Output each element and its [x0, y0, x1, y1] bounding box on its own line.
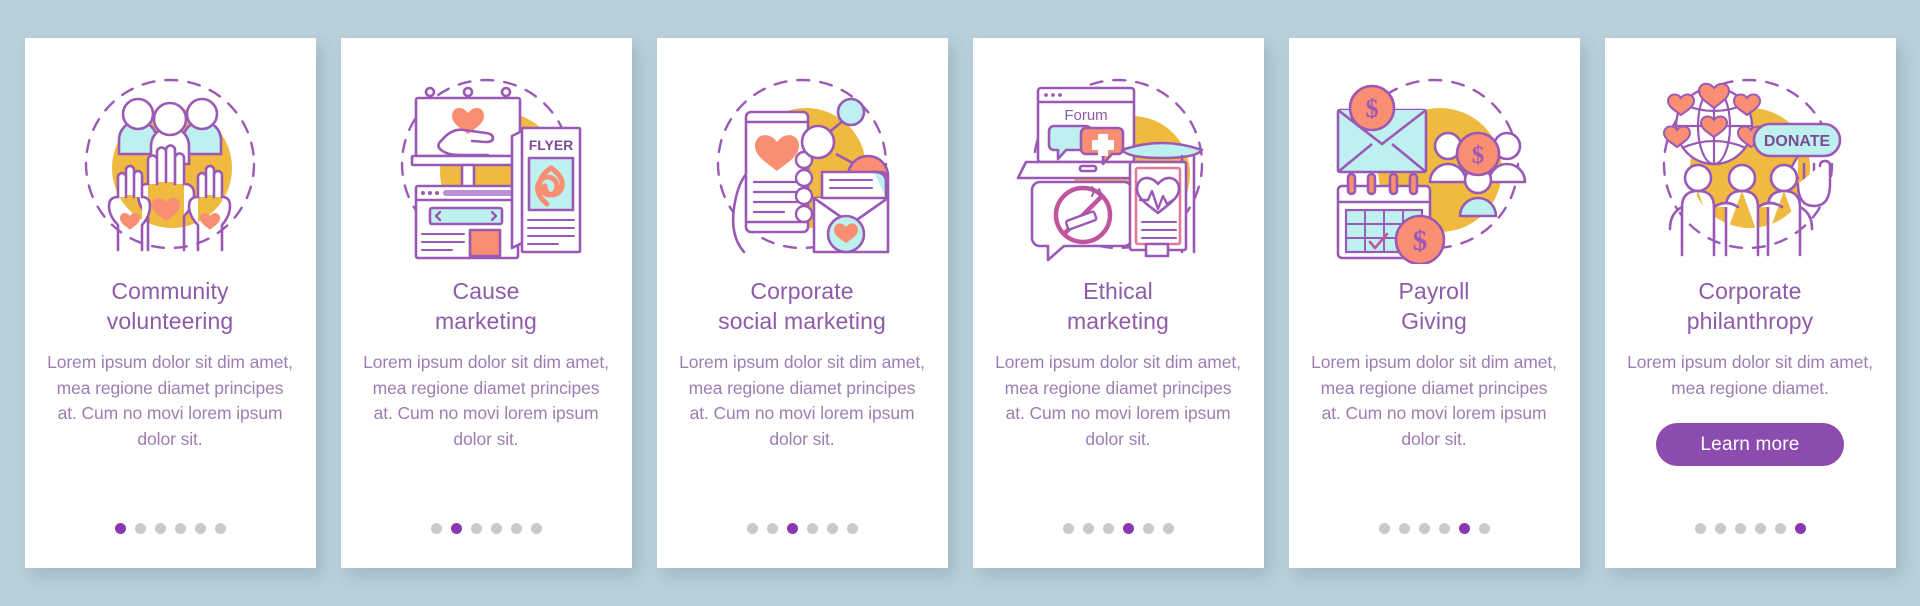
- card-title: Corporate social marketing: [718, 278, 886, 334]
- payroll-giving-illustration: $ $ $: [1320, 64, 1548, 264]
- pagination-dot[interactable]: [1774, 523, 1786, 534]
- pagination-dots[interactable]: [1605, 523, 1896, 534]
- card-body: Lorem ipsum dolor sit dim amet, mea regi…: [679, 352, 925, 449]
- forum-label: Forum: [1064, 107, 1107, 124]
- pagination-dot[interactable]: [194, 523, 206, 534]
- card-title: Cause marketing: [435, 278, 537, 334]
- card-body: Lorem ipsum dolor sit dim amet, mea regi…: [995, 352, 1241, 449]
- card-body: Lorem ipsum dolor sit dim amet, mea regi…: [1311, 352, 1557, 449]
- pagination-dot[interactable]: [746, 523, 758, 534]
- community-volunteering-illustration: [56, 64, 284, 264]
- pagination-dot[interactable]: [1142, 523, 1154, 534]
- pagination-dot[interactable]: [450, 523, 462, 534]
- pagination-dot[interactable]: [470, 523, 482, 534]
- pagination-dot[interactable]: [1754, 523, 1766, 534]
- pagination-dot[interactable]: [1062, 523, 1074, 534]
- pagination-dot[interactable]: [174, 523, 186, 534]
- pagination-dot[interactable]: [1082, 523, 1094, 534]
- pagination-dot[interactable]: [806, 523, 818, 534]
- card-title: Payroll Giving: [1398, 278, 1470, 334]
- card-title: Corporate philanthropy: [1686, 278, 1814, 334]
- svg-text:$: $: [1366, 94, 1379, 123]
- pagination-dots[interactable]: [25, 523, 316, 534]
- pagination-dots[interactable]: [341, 523, 632, 534]
- pagination-dot[interactable]: [1102, 523, 1114, 534]
- pagination-dot[interactable]: [1794, 523, 1806, 534]
- corporate-philanthropy-illustration: DONATE: [1636, 64, 1864, 264]
- pagination-dot[interactable]: [1714, 523, 1726, 534]
- onboarding-card-cause-marketing[interactable]: FLYER Cause marketing Lorem ipsum dolor …: [340, 38, 632, 568]
- pagination-dot[interactable]: [766, 523, 778, 534]
- svg-text:$: $: [1472, 142, 1485, 169]
- pagination-dot[interactable]: [1378, 523, 1390, 534]
- pagination-dot[interactable]: [114, 523, 126, 534]
- pagination-dot[interactable]: [530, 523, 542, 534]
- onboarding-card-payroll-giving[interactable]: $ $ $ Payroll Giving Lorem ipsum dolor s…: [1288, 38, 1580, 568]
- pagination-dots[interactable]: [973, 523, 1264, 534]
- pagination-dot[interactable]: [826, 523, 838, 534]
- pagination-dot[interactable]: [1438, 523, 1450, 534]
- onboarding-card-community-volunteering[interactable]: Community volunteering Lorem ipsum dolor…: [24, 38, 316, 568]
- pagination-dot[interactable]: [214, 523, 226, 534]
- pagination-dots[interactable]: [657, 523, 948, 534]
- pagination-dot[interactable]: [846, 523, 858, 534]
- flyer-label: FLYER: [529, 137, 574, 153]
- onboarding-card-corporate-philanthropy[interactable]: DONATE Corporate philanthropy Lorem ipsu…: [1604, 38, 1896, 568]
- pagination-dot[interactable]: [1398, 523, 1410, 534]
- card-title: Ethical marketing: [1067, 278, 1169, 334]
- card-body: Lorem ipsum dolor sit dim amet, mea regi…: [363, 352, 609, 449]
- pagination-dot[interactable]: [786, 523, 798, 534]
- pagination-dot[interactable]: [1162, 523, 1174, 534]
- pagination-dot[interactable]: [1122, 523, 1134, 534]
- onboarding-card-ethical-marketing[interactable]: Forum Ethical marketing Lorem ipsum dolo…: [972, 38, 1264, 568]
- ethical-marketing-illustration: Forum: [1004, 64, 1232, 264]
- onboarding-card-corporate-social-marketing[interactable]: Corporate social marketing Lorem ipsum d…: [656, 38, 948, 568]
- pagination-dot[interactable]: [490, 523, 502, 534]
- pagination-dot[interactable]: [134, 523, 146, 534]
- pagination-dot[interactable]: [1694, 523, 1706, 534]
- pagination-dot[interactable]: [1418, 523, 1430, 534]
- onboarding-screens-board: Community volunteering Lorem ipsum dolor…: [0, 0, 1920, 606]
- corporate-social-marketing-illustration: [688, 64, 916, 264]
- pagination-dot[interactable]: [154, 523, 166, 534]
- pagination-dot[interactable]: [1734, 523, 1746, 534]
- card-title: Community volunteering: [106, 278, 234, 334]
- pagination-dot[interactable]: [1458, 523, 1470, 534]
- card-body: Lorem ipsum dolor sit dim amet, mea regi…: [47, 352, 293, 449]
- svg-text:$: $: [1413, 225, 1428, 257]
- pagination-dot[interactable]: [1478, 523, 1490, 534]
- learn-more-button[interactable]: Learn more: [1656, 423, 1844, 466]
- pagination-dot[interactable]: [430, 523, 442, 534]
- cause-marketing-illustration: FLYER: [372, 64, 600, 264]
- pagination-dot[interactable]: [510, 523, 522, 534]
- card-body: Lorem ipsum dolor sit dim amet, mea regi…: [1627, 352, 1873, 398]
- donate-label: DONATE: [1764, 133, 1831, 150]
- pagination-dots[interactable]: [1289, 523, 1580, 534]
